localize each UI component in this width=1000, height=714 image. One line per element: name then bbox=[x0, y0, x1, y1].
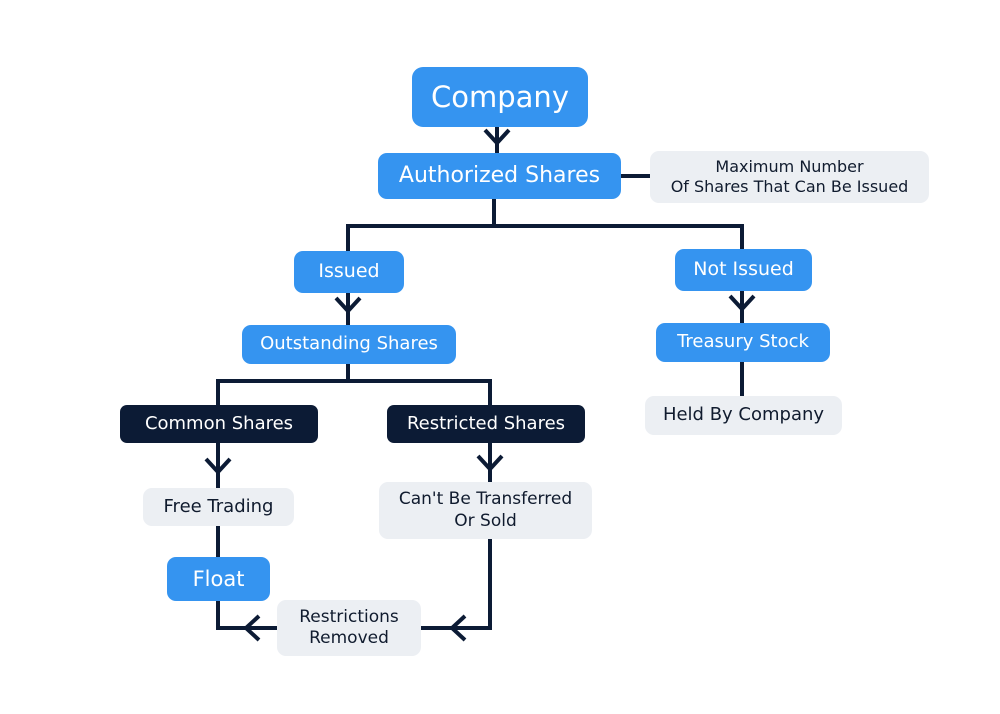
edge-authorized-branch bbox=[346, 199, 744, 253]
node-authorized-note: Maximum Number Of Shares That Can Be Iss… bbox=[650, 151, 929, 203]
node-float-label: Float bbox=[192, 566, 245, 591]
cant-line-2: Or Sold bbox=[454, 510, 517, 531]
removed-line-1: Restrictions bbox=[299, 606, 399, 627]
node-company-label: Company bbox=[431, 79, 569, 114]
node-restricted-shares-label: Restricted Shares bbox=[406, 412, 566, 434]
node-restricted-shares: Restricted Shares bbox=[387, 405, 585, 443]
note-line-2: Of Shares That Can Be Issued bbox=[670, 177, 909, 196]
node-cant-be-transferred: Can't Be Transferred Or Sold bbox=[379, 482, 592, 539]
node-authorized-shares-label: Authorized Shares bbox=[398, 163, 601, 189]
node-company: Company bbox=[412, 67, 588, 127]
edge-outstanding-branch bbox=[216, 364, 492, 405]
node-outstanding-shares: Outstanding Shares bbox=[242, 325, 456, 364]
node-authorized-shares: Authorized Shares bbox=[378, 153, 621, 199]
node-not-issued: Not Issued bbox=[675, 249, 812, 291]
node-restrictions-removed: Restrictions Removed bbox=[277, 600, 421, 656]
note-line-1: Maximum Number bbox=[715, 157, 864, 176]
node-issued: Issued bbox=[294, 251, 404, 293]
node-outstanding-shares-label: Outstanding Shares bbox=[260, 333, 438, 355]
node-held-by-company-label: Held By Company bbox=[662, 404, 825, 426]
node-free-trading-label: Free Trading bbox=[163, 495, 274, 517]
node-float: Float bbox=[167, 557, 270, 601]
node-issued-label: Issued bbox=[318, 260, 380, 283]
node-common-shares: Common Shares bbox=[120, 405, 318, 443]
cant-line-1: Can't Be Transferred bbox=[398, 489, 573, 510]
edge-cant-removed bbox=[421, 539, 492, 630]
node-treasury-stock: Treasury Stock bbox=[656, 323, 830, 362]
node-treasury-stock-label: Treasury Stock bbox=[677, 331, 809, 353]
node-free-trading: Free Trading bbox=[143, 488, 294, 526]
removed-line-2: Removed bbox=[309, 628, 389, 648]
node-held-by-company: Held By Company bbox=[645, 396, 842, 435]
node-not-issued-label: Not Issued bbox=[693, 258, 794, 281]
node-common-shares-label: Common Shares bbox=[144, 412, 294, 434]
